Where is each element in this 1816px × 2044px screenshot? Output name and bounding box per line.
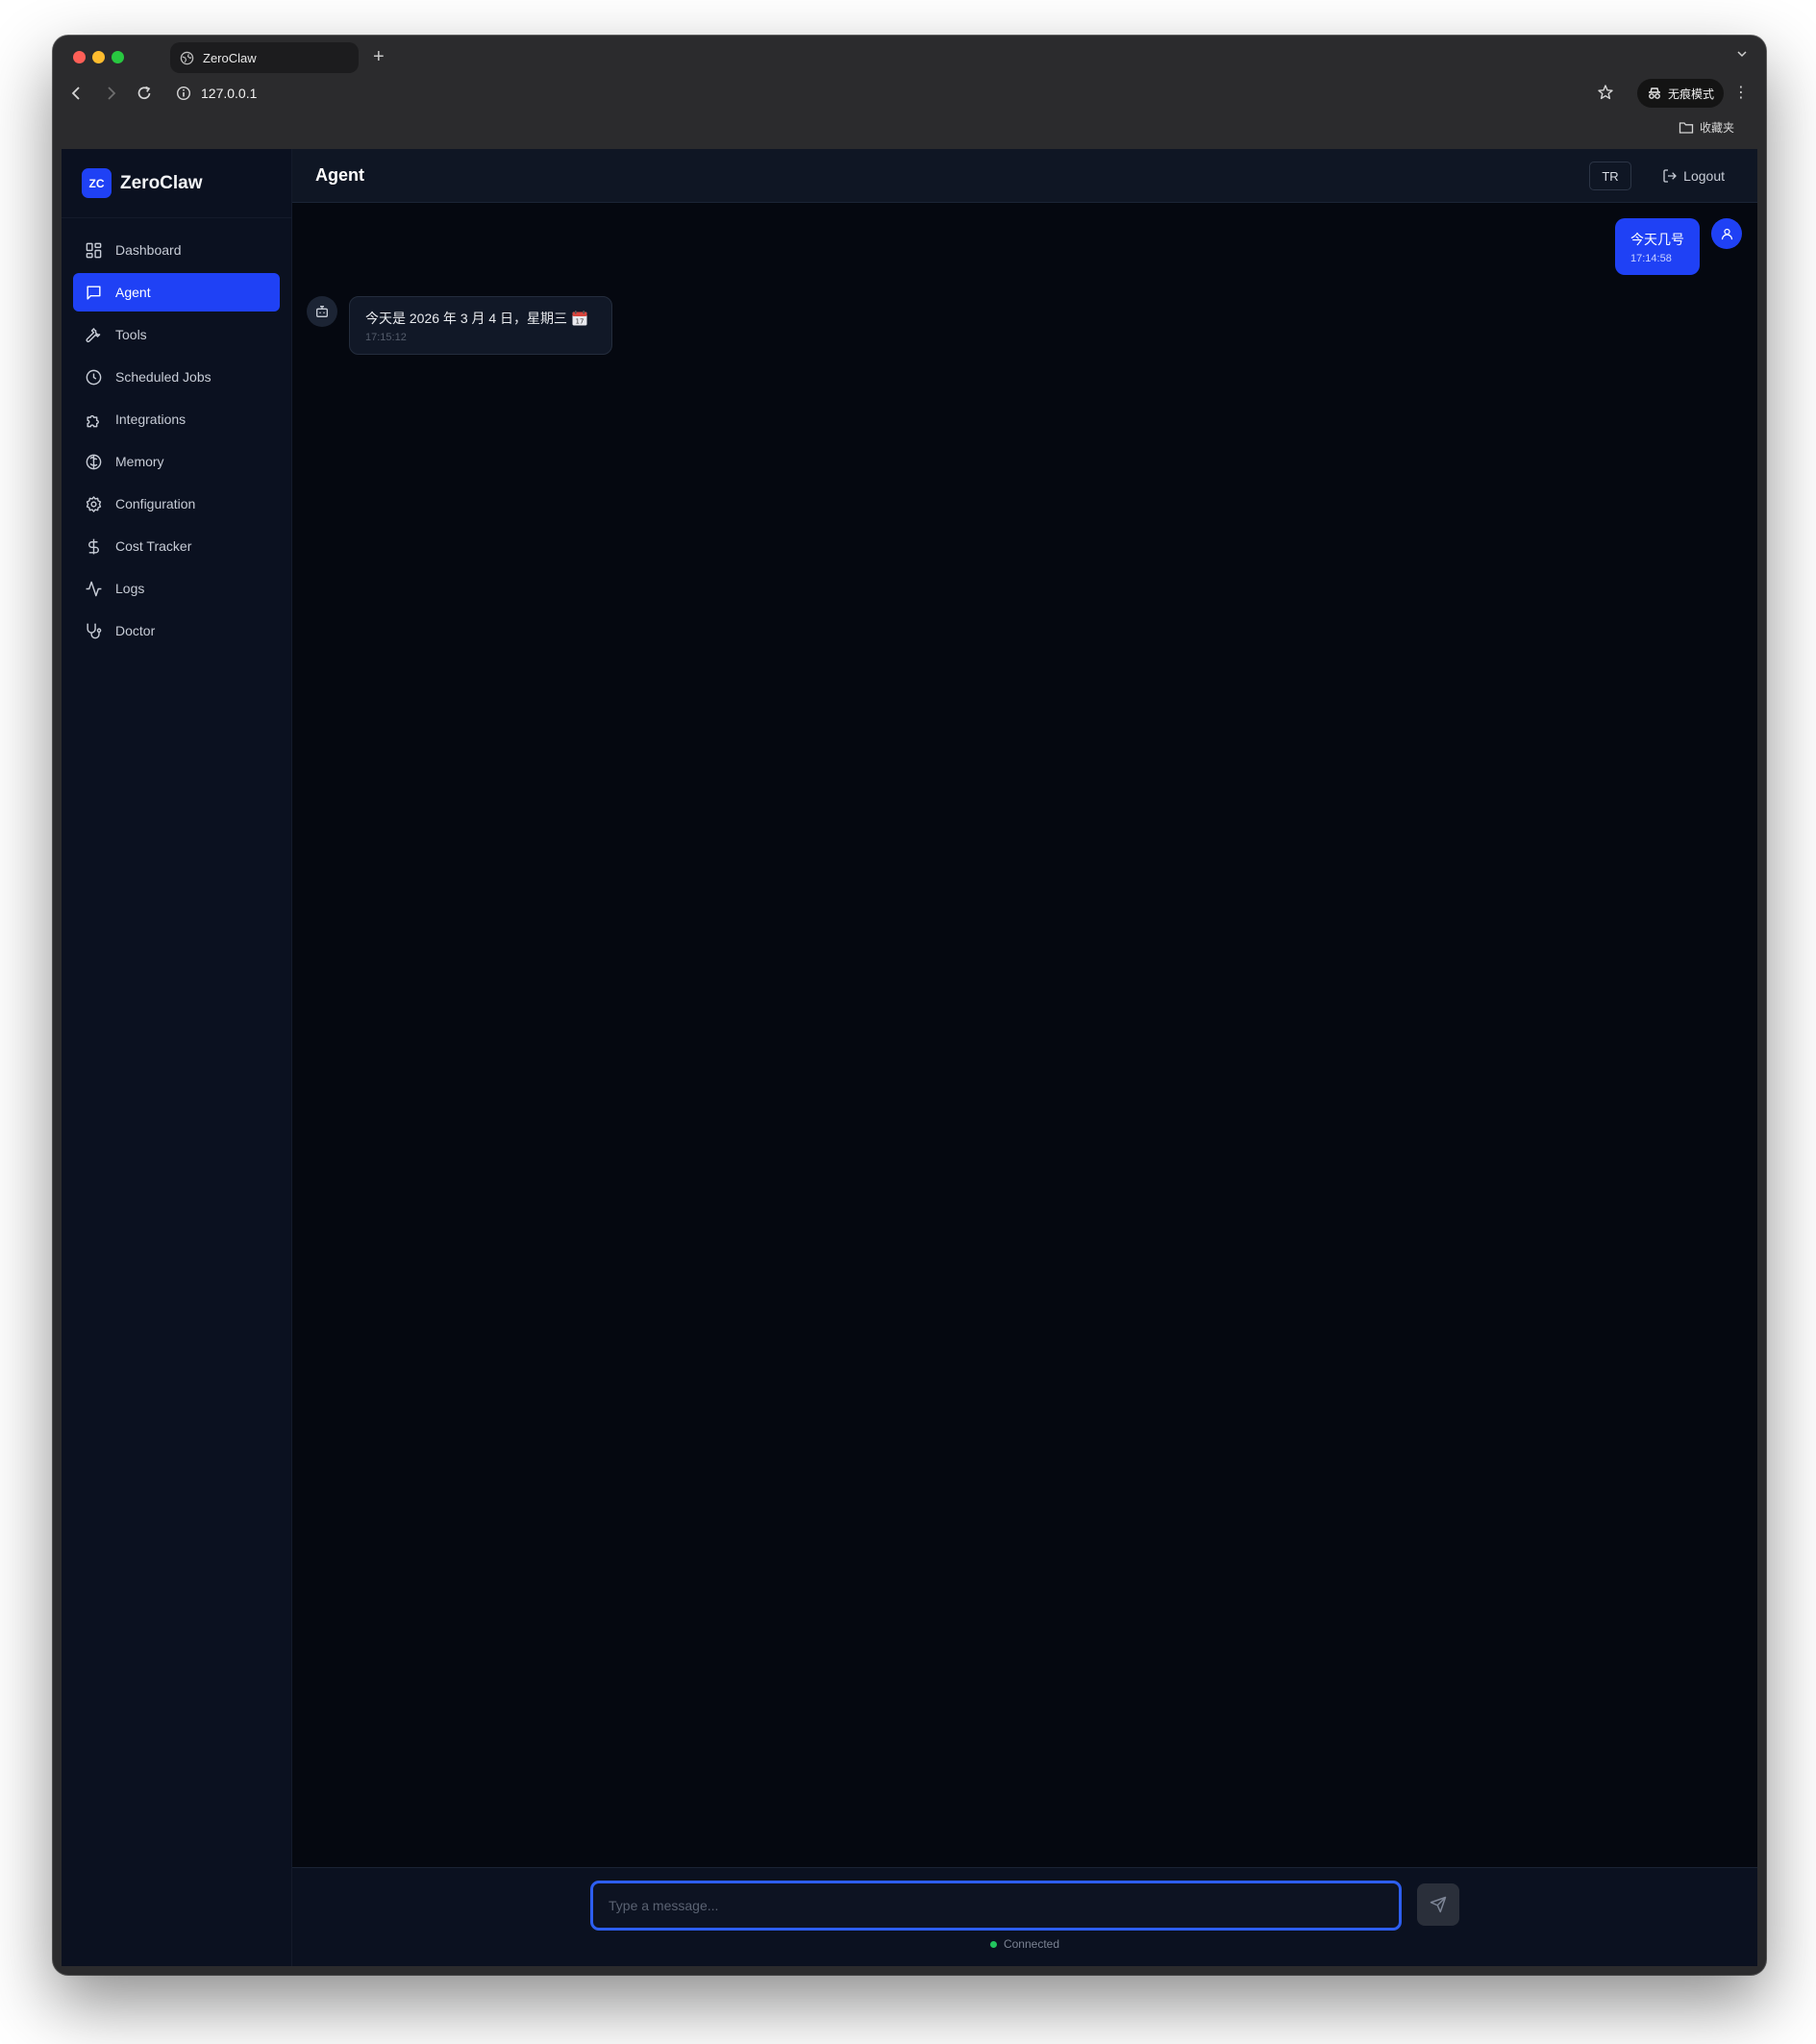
sidebar-item-dashboard[interactable]: Dashboard xyxy=(73,231,280,269)
user-message: 今天几号 17:14:58 xyxy=(1615,218,1742,275)
sidebar-item-label: Dashboard xyxy=(115,242,182,258)
language-toggle-button[interactable]: TR xyxy=(1589,162,1631,190)
message-icon xyxy=(87,285,101,300)
user-icon xyxy=(1721,228,1732,239)
clock-icon xyxy=(86,369,102,385)
user-message-text: 今天几号 xyxy=(1630,232,1684,247)
sidebar-item-tools[interactable]: Tools xyxy=(73,315,280,354)
sidebar-item-doctor[interactable]: Doctor xyxy=(73,611,280,650)
sidebar-item-label: Agent xyxy=(115,285,151,300)
svg-text:17: 17 xyxy=(576,318,585,326)
address-bar[interactable]: 127.0.0.1 xyxy=(176,80,257,107)
sidebar-item-label: Logs xyxy=(115,581,145,596)
sidebar-item-agent[interactable]: Agent xyxy=(73,273,280,312)
browser-window: ZeroClaw + 127.0.0.1 无痕模式 ⋮ 收藏夹 ZC ZeroC… xyxy=(53,36,1766,1975)
message-composer: Connected xyxy=(292,1867,1757,1966)
sidebar-item-logs[interactable]: Logs xyxy=(73,569,280,608)
browser-titlebar: ZeroClaw + xyxy=(53,36,1766,74)
dollar-icon xyxy=(88,538,99,554)
brand-name: ZeroClaw xyxy=(120,172,203,193)
brain-icon xyxy=(86,454,102,469)
assistant-message-bubble: 今天是 2026 年 3 月 4 日，星期三 17 17:15:12 xyxy=(349,296,612,355)
message-input-wrapper xyxy=(590,1881,1402,1931)
assistant-message-text: 今天是 2026 年 3 月 4 日，星期三 xyxy=(365,311,568,326)
send-icon xyxy=(1430,1896,1447,1913)
browser-toolbar: 127.0.0.1 无痕模式 ⋮ xyxy=(53,74,1766,112)
assistant-message-content: 今天是 2026 年 3 月 4 日，星期三 17 xyxy=(365,309,596,328)
info-icon[interactable] xyxy=(176,86,191,101)
sidebar-item-scheduled-jobs[interactable]: Scheduled Jobs xyxy=(73,358,280,396)
logout-icon xyxy=(1663,169,1677,183)
bookmark-star-icon[interactable] xyxy=(1597,84,1614,101)
forward-icon[interactable] xyxy=(102,85,119,102)
assistant-avatar xyxy=(307,296,337,327)
incognito-badge[interactable]: 无痕模式 xyxy=(1636,79,1724,108)
page-title: Agent xyxy=(315,165,364,185)
bookmarks-bar: 收藏夹 xyxy=(53,112,1766,143)
minimize-window-button[interactable] xyxy=(92,51,105,63)
maximize-window-button[interactable] xyxy=(112,51,124,63)
close-window-button[interactable] xyxy=(73,51,86,63)
folder-icon xyxy=(1679,121,1694,134)
message-input[interactable] xyxy=(593,1883,1399,1928)
sidebar-nav: Dashboard Agent Tools Scheduled Jobs Int… xyxy=(62,218,291,650)
sidebar-item-label: Integrations xyxy=(115,411,187,427)
brand-logo: ZC xyxy=(82,168,112,198)
tab-title: ZeroClaw xyxy=(203,50,257,65)
calendar-emoji-icon: 17 xyxy=(572,311,587,326)
page-header: Agent TR Logout xyxy=(292,149,1757,203)
incognito-label: 无痕模式 xyxy=(1667,87,1714,101)
reload-icon[interactable] xyxy=(136,85,153,102)
bookmarks-folder[interactable]: 收藏夹 xyxy=(1679,119,1734,136)
browser-tab[interactable]: ZeroClaw xyxy=(170,42,359,73)
stethoscope-icon xyxy=(87,623,102,638)
sidebar-item-label: Scheduled Jobs xyxy=(115,369,211,385)
sidebar-item-label: Doctor xyxy=(115,623,156,638)
sidebar-item-label: Tools xyxy=(115,327,147,342)
bookmarks-folder-label: 收藏夹 xyxy=(1699,121,1734,135)
page-viewport: ZC ZeroClaw Dashboard Agent Tools Schedu… xyxy=(62,149,1757,1966)
chevron-down-icon[interactable] xyxy=(1735,47,1749,61)
status-label: Connected xyxy=(1003,1937,1060,1951)
activity-icon xyxy=(86,581,102,596)
bot-icon xyxy=(316,306,328,317)
browser-menu-icon[interactable]: ⋮ xyxy=(1733,85,1749,102)
user-avatar xyxy=(1711,218,1742,249)
puzzle-icon xyxy=(87,414,99,427)
globe-icon xyxy=(180,51,194,64)
sidebar-item-label: Memory xyxy=(115,454,164,469)
sidebar-item-memory[interactable]: Memory xyxy=(73,442,280,481)
wrench-icon xyxy=(86,327,101,342)
connection-status: Connected xyxy=(292,1937,1757,1951)
chat-messages: 今天几号 17:14:58 今天是 2026 年 3 月 4 日，星期三 17 … xyxy=(292,203,1757,1867)
user-message-bubble: 今天几号 17:14:58 xyxy=(1615,218,1700,275)
main-panel: Agent TR Logout 今天几号 17:14:58 今天是 2026 年… xyxy=(292,149,1757,1966)
dashboard-icon xyxy=(86,242,102,258)
new-tab-button[interactable]: + xyxy=(373,42,385,71)
incognito-icon xyxy=(1648,87,1660,99)
logout-label: Logout xyxy=(1683,168,1725,184)
assistant-message-time: 17:15:12 xyxy=(365,332,407,343)
status-dot xyxy=(989,1940,997,1948)
back-icon[interactable] xyxy=(68,85,86,102)
logout-button[interactable]: Logout xyxy=(1662,162,1725,190)
send-button[interactable] xyxy=(1417,1883,1459,1926)
sidebar-item-integrations[interactable]: Integrations xyxy=(73,400,280,438)
user-message-time: 17:14:58 xyxy=(1630,253,1672,264)
sidebar-item-label: Cost Tracker xyxy=(115,538,192,554)
url-text[interactable]: 127.0.0.1 xyxy=(201,86,257,101)
gear-icon xyxy=(86,495,102,512)
sidebar: ZC ZeroClaw Dashboard Agent Tools Schedu… xyxy=(62,149,292,1966)
sidebar-item-cost-tracker[interactable]: Cost Tracker xyxy=(73,527,280,565)
sidebar-item-label: Configuration xyxy=(115,496,196,511)
assistant-message: 今天是 2026 年 3 月 4 日，星期三 17 17:15:12 xyxy=(307,296,612,355)
sidebar-item-configuration[interactable]: Configuration xyxy=(73,485,280,523)
brand: ZC ZeroClaw xyxy=(62,149,291,218)
